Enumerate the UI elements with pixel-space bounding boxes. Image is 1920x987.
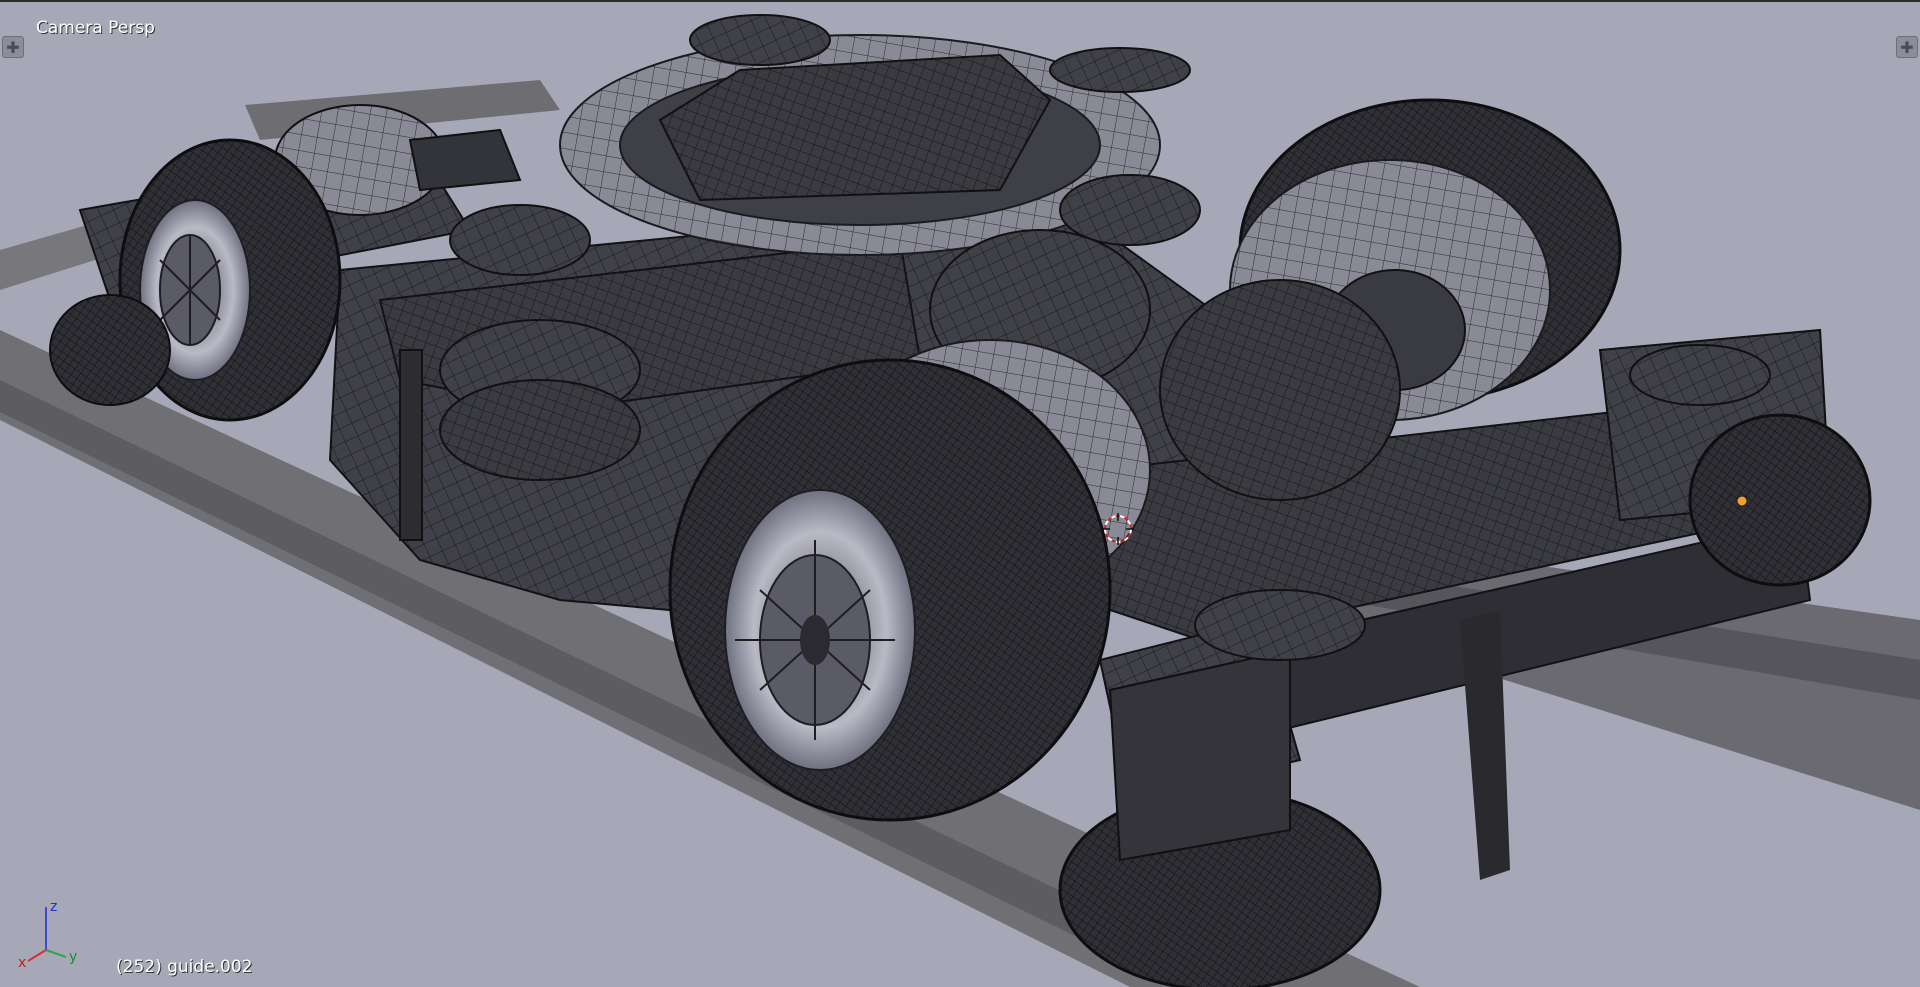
rear-left-guide-wheel (49, 294, 171, 406)
scene-render[interactable] (0, 0, 1920, 987)
area-split-widget-left[interactable]: ✚ (2, 36, 24, 58)
slew-ring (449, 14, 1201, 276)
viewport-top-border (0, 0, 1920, 2)
axis-y-label: y (69, 949, 77, 965)
object-info-label: (252) guide.002 (116, 957, 253, 977)
3d-viewport[interactable]: Camera Persp ✚ ✚ z y x (252) guide.002 (0, 0, 1920, 987)
axis-z-label: z (50, 899, 57, 915)
axis-x-label: x (18, 955, 26, 971)
selected-origin (1736, 495, 1748, 507)
plus-icon: ✚ (1900, 38, 1914, 57)
view-name-label: Camera Persp (36, 18, 155, 38)
3d-cursor-icon[interactable] (1101, 512, 1135, 546)
axis-gizmo: z y x (18, 899, 77, 971)
area-split-widget-right[interactable]: ✚ (1896, 36, 1918, 58)
plus-icon: ✚ (6, 38, 20, 57)
